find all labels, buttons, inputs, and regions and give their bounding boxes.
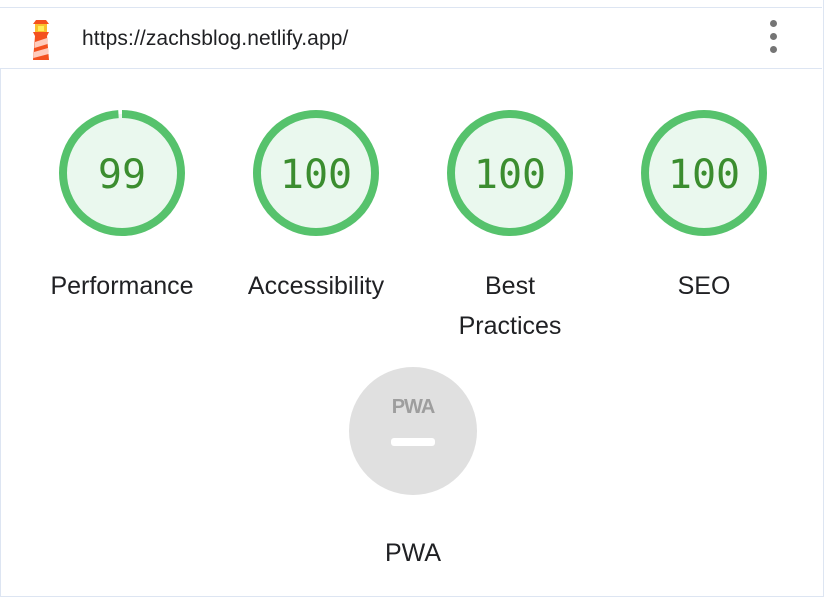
gauge-ring-best-practices: 100 <box>447 110 573 236</box>
gauge-label: Performance <box>50 272 194 300</box>
gauge-ring-accessibility: 100 <box>253 110 379 236</box>
gauge-ring-seo: 100 <box>641 110 767 236</box>
report-header: https://zachsblog.netlify.app/ <box>0 8 822 69</box>
pwa-dash <box>391 438 435 446</box>
score-value: 100 <box>280 152 352 198</box>
top-strip <box>0 0 822 8</box>
pwa-badge-icon: PWA <box>349 367 477 495</box>
gauge-performance[interactable]: 99 Performance <box>25 108 219 306</box>
gauge-label: SEO <box>677 272 731 300</box>
gauge-label-line2: Practices <box>458 312 562 340</box>
gauge-label: Accessibility <box>247 272 385 300</box>
gauge-seo[interactable]: 100 SEO <box>607 108 801 306</box>
gauge-label: Best Practices <box>413 266 607 346</box>
score-value: 99 <box>98 152 146 198</box>
gauge-label-line1: Best <box>484 272 536 300</box>
page-url[interactable]: https://zachsblog.netlify.app/ <box>82 27 348 51</box>
gauge-pwa[interactable]: PWA PWA <box>316 366 510 573</box>
gauge-ring-performance: 99 <box>59 110 185 236</box>
more-vert-icon[interactable] <box>762 20 786 56</box>
score-value: 100 <box>474 152 546 198</box>
pwa-badge-text: PWA <box>392 396 435 418</box>
score-value: 100 <box>668 152 740 198</box>
gauge-accessibility[interactable]: 100 Accessibility <box>219 108 413 306</box>
pwa-label: PWA <box>384 539 442 567</box>
lighthouse-icon <box>33 20 49 60</box>
bottom-divider <box>0 596 824 597</box>
gauge-best-practices[interactable]: 100 Best Practices <box>413 108 607 346</box>
